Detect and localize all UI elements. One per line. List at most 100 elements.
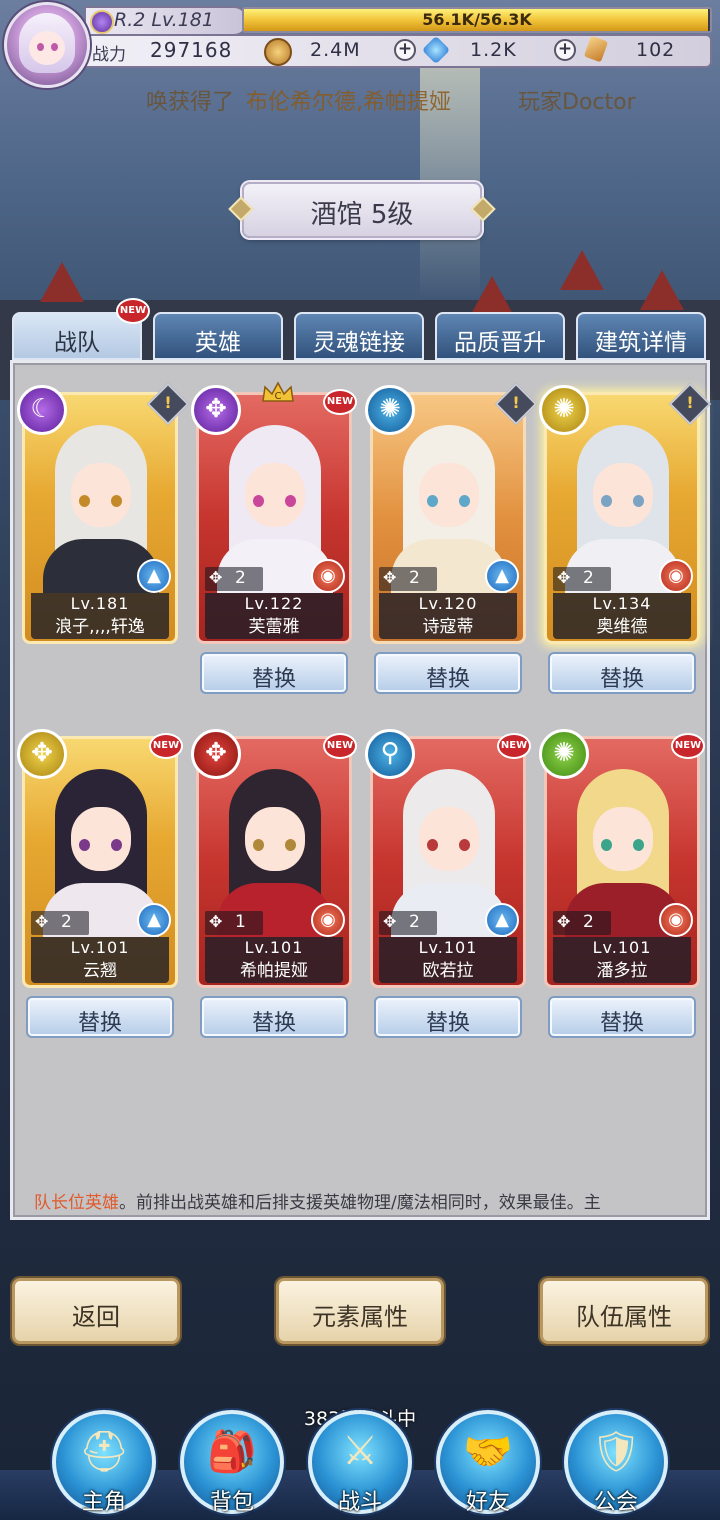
tab-quality-upgrade[interactable]: 品质晋升 bbox=[435, 312, 565, 360]
backpack-icon: 🎒 bbox=[207, 1429, 257, 1475]
hero-card[interactable]: ✥ ✥ 2 ◉ Lv.122 芙蕾雅 NEW C bbox=[191, 381, 357, 644]
hero-eye bbox=[79, 839, 90, 851]
tab-label: 英雄 bbox=[195, 330, 241, 356]
shuriken-icon: ✺ bbox=[365, 385, 415, 435]
tab-soul-link[interactable]: 灵魂链接 bbox=[294, 312, 424, 360]
swap-label: 替换 bbox=[251, 1011, 296, 1036]
swap-label: 替换 bbox=[599, 1011, 644, 1036]
nav-label: 背包 bbox=[209, 1490, 254, 1515]
star-rank: ✥ 2 bbox=[553, 911, 611, 935]
rank-symbol-icon: ✥ bbox=[383, 568, 397, 587]
resource-soul-gem: 102 bbox=[583, 35, 702, 63]
swap-hero-button[interactable]: 替换 bbox=[548, 652, 696, 694]
star-count: 2 bbox=[409, 912, 420, 932]
element-attributes-label: 元素属性 bbox=[312, 1303, 408, 1331]
nav-battle[interactable]: ⚔ 战斗 bbox=[308, 1410, 412, 1515]
star-rank: ✥ 2 bbox=[205, 567, 263, 591]
swap-hero-button[interactable]: 替换 bbox=[374, 652, 522, 694]
hero-card[interactable]: ✥ ✥ 2 ▲ Lv.101 云翘 NEW bbox=[17, 729, 183, 988]
nav-friends[interactable]: 🤝 好友 bbox=[436, 1410, 540, 1515]
ticker-text: 唤获得了 bbox=[146, 90, 235, 115]
warrior-helmet-icon: ◉ bbox=[659, 903, 693, 937]
alert-symbol: ! bbox=[686, 393, 694, 412]
star-count: 2 bbox=[583, 912, 594, 932]
swap-label: 替换 bbox=[425, 667, 470, 692]
swap-hero-button[interactable]: 替换 bbox=[200, 996, 348, 1038]
player-avatar[interactable] bbox=[4, 2, 90, 88]
swap-hero-button[interactable]: 替换 bbox=[26, 996, 174, 1038]
star-count: 2 bbox=[409, 568, 420, 588]
crown-letter: C bbox=[275, 391, 282, 402]
ticker-player: 玩家Doctor bbox=[518, 90, 636, 115]
hero-card[interactable]: ✥ ✥ 1 ◉ Lv.101 希帕提娅 NEW bbox=[191, 729, 357, 988]
warrior-helmet-icon: ◉ bbox=[311, 903, 345, 937]
hero-name: 诗寇蒂 bbox=[422, 617, 474, 637]
team-attributes-button[interactable]: 队伍属性 bbox=[540, 1278, 708, 1344]
star-count: 2 bbox=[583, 568, 594, 588]
mage-hat-icon: ▲ bbox=[485, 559, 519, 593]
soul-gem-value: 102 bbox=[636, 39, 676, 61]
hero-face bbox=[245, 463, 305, 527]
hero-card[interactable]: ✺ ✥ 2 ◉ Lv.101 潘多拉 NEW bbox=[539, 729, 705, 988]
nav-label: 好友 bbox=[465, 1490, 510, 1515]
hero-level-bar: Lv.101 bbox=[379, 937, 517, 959]
hero-face bbox=[71, 463, 131, 527]
hero-face bbox=[419, 463, 479, 527]
wing-icon: ✥ bbox=[191, 729, 241, 779]
element-attributes-button[interactable]: 元素属性 bbox=[276, 1278, 444, 1344]
nav-backpack[interactable]: 🎒 背包 bbox=[180, 1410, 284, 1515]
swap-hero-button[interactable]: 替换 bbox=[200, 652, 348, 694]
mage-hat-icon: ▲ bbox=[485, 903, 519, 937]
hero-card[interactable]: ⚲ ✥ 2 ▲ Lv.101 欧若拉 NEW bbox=[365, 729, 531, 988]
wing-icon: ✥ bbox=[17, 729, 67, 779]
swap-label: 替换 bbox=[77, 1011, 122, 1036]
tab-building-details[interactable]: 建筑详情 bbox=[576, 312, 706, 360]
warrior-helmet-icon: ◉ bbox=[311, 559, 345, 593]
tab-label: 建筑详情 bbox=[595, 330, 687, 356]
swap-hero-button[interactable]: 替换 bbox=[374, 996, 522, 1038]
nav-guild[interactable]: 🛡 公会 bbox=[564, 1410, 668, 1515]
building-title: 酒馆 5级 bbox=[310, 200, 414, 230]
shuriken-icon: ✺ bbox=[539, 729, 589, 779]
add-diamond-button[interactable]: + bbox=[554, 39, 576, 61]
hero-name-bar: 诗寇蒂 bbox=[379, 615, 517, 639]
avatar-face bbox=[29, 31, 65, 65]
tab-heroes[interactable]: 英雄 bbox=[153, 312, 283, 360]
hero-name-bar: 芙蕾雅 bbox=[205, 615, 343, 639]
team-attributes-label: 队伍属性 bbox=[576, 1303, 672, 1331]
alert-symbol: ! bbox=[512, 393, 520, 412]
hero-level-bar: Lv.181 bbox=[31, 593, 169, 615]
hero-level: Lv.134 bbox=[592, 594, 652, 613]
nav-hero[interactable]: ⛑ 主角 bbox=[52, 1410, 156, 1515]
hero-eye bbox=[111, 839, 122, 851]
new-badge: NEW bbox=[323, 389, 357, 415]
tab-team[interactable]: 战队 NEW bbox=[12, 298, 150, 360]
star-rank: ✥ 2 bbox=[553, 567, 611, 591]
add-gold-button[interactable]: + bbox=[394, 39, 416, 61]
hero-card[interactable]: ✺ ✥ 2 ▲ Lv.120 诗寇蒂! bbox=[365, 382, 538, 644]
hero-name-bar: 浪子,,,,轩逸 bbox=[31, 615, 169, 639]
hero-name-bar: 欧若拉 bbox=[379, 959, 517, 983]
tip-body: 。前排出战英雄和后排支援英雄物理/魔法相同时，效果最佳。主 bbox=[119, 1193, 601, 1213]
power-label: 战力 bbox=[92, 45, 126, 65]
hero-level: Lv.101 bbox=[244, 938, 304, 957]
building-title-plate: 酒馆 5级 bbox=[242, 182, 482, 238]
hero-card[interactable]: ✺ ✥ 2 ◉ Lv.134 奥维德! bbox=[539, 382, 712, 644]
resource-gold: 2.4M bbox=[264, 38, 394, 66]
rank-symbol-icon: ✥ bbox=[557, 912, 571, 931]
gold-coin-icon bbox=[264, 38, 292, 66]
hero-name-bar: 奥维德 bbox=[553, 615, 691, 639]
hero-level-bar: Lv.122 bbox=[205, 593, 343, 615]
hero-card[interactable]: ☾ ▲ Lv.181 浪子,,,,轩逸! bbox=[17, 382, 190, 644]
hero-level: Lv.101 bbox=[592, 938, 652, 957]
swap-hero-button[interactable]: 替换 bbox=[548, 996, 696, 1038]
announcement-ticker: 唤获得了 布伦希尔德,希帕提娅 玩家Doctor bbox=[0, 82, 720, 116]
exp-bar: 56.1K/56.3K bbox=[242, 7, 712, 33]
back-button[interactable]: 返回 bbox=[12, 1278, 180, 1344]
hero-eye bbox=[285, 839, 296, 851]
hero-level: Lv.122 bbox=[244, 594, 304, 613]
hero-name: 云翘 bbox=[83, 961, 117, 981]
hero-level-bar: Lv.101 bbox=[205, 937, 343, 959]
castle-tower-roof bbox=[470, 276, 514, 316]
moon-icon: ☾ bbox=[17, 385, 67, 435]
